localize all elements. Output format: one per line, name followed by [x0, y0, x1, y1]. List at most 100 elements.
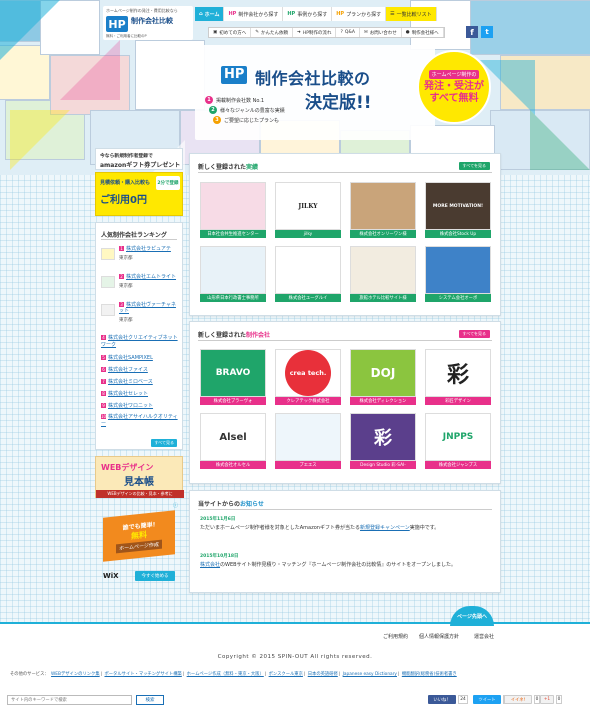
ranking-item-2[interactable]: 2 株式会社エムトライト 東京都	[119, 274, 179, 289]
subnav-qa[interactable]: ? Q&A	[336, 28, 360, 37]
service-link[interactable]: Japanese easy Dictionary	[343, 672, 397, 677]
subnav-flow[interactable]: ➜ HP制作の流れ	[293, 28, 337, 37]
ranking-item-3[interactable]: 3 株式会社ヴァーチャネット 東京都	[119, 302, 179, 323]
panel-divider	[198, 509, 492, 510]
company-card[interactable]: 彩 Design Studio 彩-SAI-	[350, 413, 416, 470]
rank-number: 4	[101, 335, 106, 340]
company-card[interactable]: Alsel 株式会社オルセル	[200, 413, 266, 470]
company-card[interactable]: JNPPS 株式会社ジャンプス	[425, 413, 491, 470]
service-link[interactable]: ポンスクール東京	[269, 672, 303, 677]
wix-start-button[interactable]: 今すぐ始める	[135, 571, 175, 581]
works-more-button[interactable]: すべてを見る	[458, 162, 490, 170]
ranking-item-10[interactable]: 10 株式会社アサイハルクオリティー	[101, 414, 179, 428]
subnav-contact[interactable]: ✉ お問い合わせ	[360, 28, 402, 37]
company-thumbnail: BRAVO	[200, 349, 266, 397]
ranking-item-7[interactable]: 7 株式会社ミロベース	[101, 378, 179, 385]
rank-location: 東京都	[119, 256, 133, 261]
footer-link-terms[interactable]: ご利用規約	[383, 633, 408, 640]
service-link[interactable]: WEBデザインのリンク集	[51, 672, 100, 677]
nav-home[interactable]: ⌂ ホーム	[195, 7, 225, 21]
badge-line-1: 発注・受注が	[424, 80, 484, 92]
wix-line-2: 無料	[131, 530, 147, 541]
copyright: Copyright © 2015 SPIN-OUT All rights res…	[217, 654, 373, 660]
book-icon: ▣	[213, 30, 218, 35]
ranking-item-6[interactable]: 6 株式会社ファイス	[101, 366, 179, 373]
free-usage-line-1: 見積依頼・購入比較も	[100, 180, 151, 186]
facebook-icon[interactable]: f	[466, 26, 478, 38]
work-card[interactable]: 日本社会共生推進センター	[200, 182, 266, 239]
main-nav: ⌂ ホーム HP 制作会社から探す HP 事例から探す HP プランから探す ☰…	[195, 7, 437, 21]
work-caption: 株式会社ユーグルイ	[275, 294, 341, 302]
site-search-input[interactable]	[7, 695, 132, 705]
facebook-like-button[interactable]: いいね！	[428, 695, 456, 704]
ranking-item-5[interactable]: 5 株式会社SAMPIXEL	[101, 354, 179, 361]
ranking-item-9[interactable]: 9 株式会社ワロニット	[101, 402, 179, 409]
nav-search-by-case[interactable]: HP 事例から探す	[283, 7, 333, 21]
work-card[interactable]: 株式会社ユーグルイ	[275, 246, 341, 303]
news-link[interactable]: 株式会社	[200, 562, 220, 568]
rank-number: 3	[119, 302, 124, 307]
ranking-more-button[interactable]: すべて見る	[151, 439, 177, 447]
badge-line-2: すべて無料	[429, 92, 479, 104]
twitter-icon[interactable]: t	[481, 26, 493, 38]
ranking-item-4[interactable]: 4 株式会社クリエイティブネットワーク	[101, 335, 179, 349]
wix-ad[interactable]: ⓘ 誰でも簡単! 無料 ホームページ作成 WiX 今すぐ始める	[95, 502, 183, 586]
service-link[interactable]: ホームページ作成（無料・東京・大阪）	[187, 672, 264, 677]
work-card[interactable]: 山形県日本行政書士事務所	[200, 246, 266, 303]
company-thumbnail	[275, 413, 341, 461]
work-card[interactable]: JILKY jilky	[275, 182, 341, 239]
service-link[interactable]: 日本の英語研修	[308, 672, 338, 677]
google-plus-button[interactable]: +1	[540, 695, 554, 704]
news-link[interactable]: 新規登録キャンペーン	[360, 525, 410, 531]
amazon-promo-banner[interactable]: 今なら新規制作者登録で amazonギフト券プレゼント	[95, 148, 183, 170]
ranking-item-1[interactable]: 1 株式会社ラピュアテ 東京都	[119, 246, 179, 261]
web-design-banner[interactable]: WEBデザイン 見本帳 WEBデザインの比較・見本・参考に	[95, 456, 184, 498]
subnav-for-companies[interactable]: ● 制作会社様へ	[402, 28, 444, 37]
news-date: 2015年10月18日	[200, 554, 239, 559]
company-card[interactable]: crea tech. クレアテック株式会社	[275, 349, 341, 406]
mixi-check-button[interactable]: イイネ!	[504, 695, 532, 704]
like-count: 24	[458, 695, 468, 704]
service-link[interactable]: ポータルサイト・マッチングサイト構築	[104, 672, 181, 677]
company-logo	[101, 276, 115, 288]
work-card[interactable]: 株式会社オンリーワン様	[350, 182, 416, 239]
work-card[interactable]: 旅館ホテル比較サイト様	[350, 246, 416, 303]
footer-link-company[interactable]: 運営会社	[474, 633, 494, 640]
company-logo-text: crea tech.	[285, 350, 331, 396]
ranking-item-8[interactable]: 8 株式会社セレット	[101, 390, 179, 397]
work-card[interactable]: システム会社オーボ	[425, 246, 491, 303]
company-thumbnail: 彩	[425, 349, 491, 397]
company-card[interactable]: BRAVO 株式会社ブラーヴォ	[200, 349, 266, 406]
news-text: のWEBサイト制作見積り・マッチング『ホームページ制作会社の比較情』のサイトをオ…	[220, 562, 457, 568]
company-card[interactable]: 彩彩匠デザイン	[425, 349, 491, 406]
nav-search-by-plan-label: プランから探す	[346, 11, 382, 18]
subnav-easy-request[interactable]: ✎ かんたん依頼	[251, 28, 294, 37]
rank-number: 5	[101, 355, 106, 360]
news-text: 実施中です。	[409, 525, 440, 531]
news-item: ただいまホームページ制作者様を対象としたAmazonギフト券が当たる新規登録キャ…	[200, 524, 490, 532]
subnav-first-time[interactable]: ▣ 初めての方へ	[209, 28, 252, 37]
rank-company-name: 株式会社ファイス	[108, 367, 148, 373]
company-card[interactable]: プエエス	[275, 413, 341, 470]
work-card[interactable]: MORE MOTIVATION! 株式会社Stock Up	[425, 182, 491, 239]
rank-company-name: 株式会社アサイハルクオリティー	[101, 414, 178, 427]
free-usage-line-2: ご利用0円	[100, 195, 147, 206]
title-highlight: 実績	[246, 164, 259, 171]
free-usage-banner[interactable]: 見積依頼・購入比較も ご利用0円 2分で登録	[95, 172, 183, 216]
site-logo[interactable]: ホームページ制作の発注・費用比較なら HP 制作会社比較 無料・ご利用者に比較の…	[103, 6, 193, 40]
footer-link-privacy[interactable]: 個人情報保護方針	[419, 633, 459, 640]
nav-search-by-company[interactable]: HP 制作会社から探す	[224, 7, 284, 21]
nav-search-by-plan[interactable]: HP プランから探す	[332, 7, 387, 21]
tweet-button[interactable]: ツイート	[473, 695, 501, 704]
nav-list[interactable]: ☰ 一覧比較リスト	[386, 7, 437, 21]
rank-number: 10	[101, 414, 107, 419]
company-card[interactable]: DOJ 株式会社ディレクション	[350, 349, 416, 406]
ad-info-icon[interactable]: ⓘ	[173, 502, 181, 510]
service-link[interactable]: 機能翻訳(総務省)技術者書き	[402, 672, 457, 677]
rank-company-name: 株式会社ワロニット	[108, 403, 154, 409]
news-text: ただいまホームページ制作者様を対象としたAmazonギフト券が当たる	[200, 525, 360, 531]
news-panel: 当サイトからのお知らせ 2015年11月6日 ただいまホームページ制作者様を対象…	[189, 490, 501, 593]
page-top-button[interactable]: ページ先頭へ	[450, 606, 494, 626]
site-search-button[interactable]: 検索	[136, 695, 164, 705]
companies-more-button[interactable]: すべてを見る	[458, 330, 490, 338]
